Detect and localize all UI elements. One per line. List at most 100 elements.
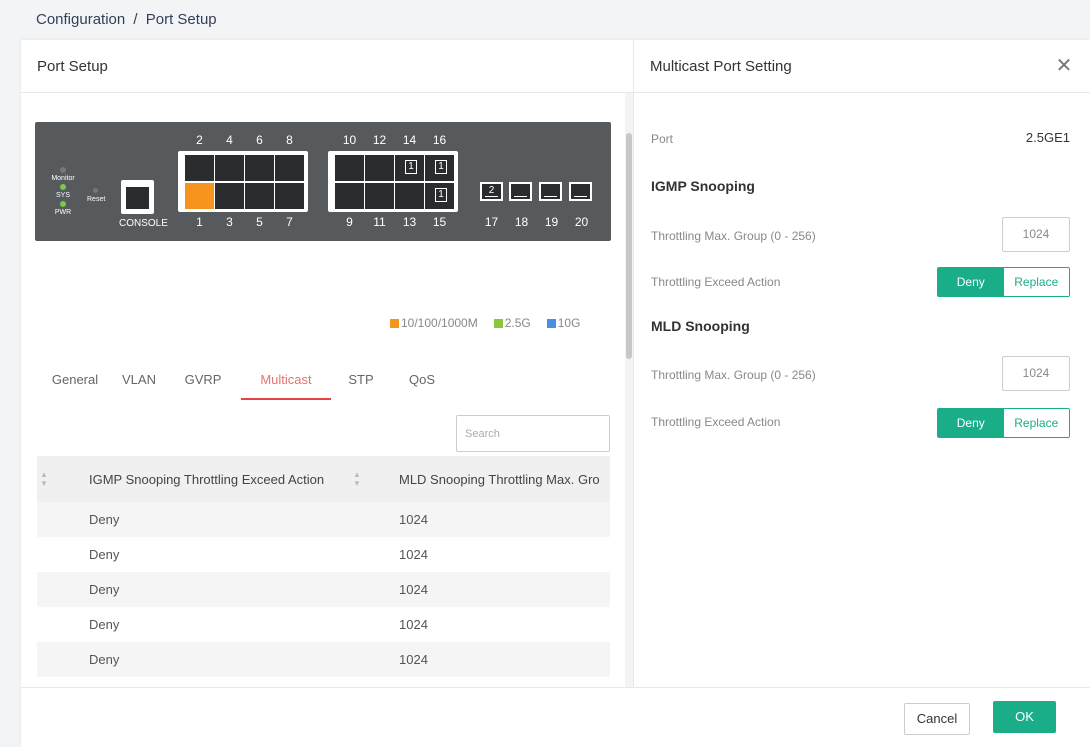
ok-button[interactable]: OK <box>993 701 1056 733</box>
legend-item: 10G <box>546 316 581 330</box>
igmp-max-group-input[interactable]: 1024 <box>1002 217 1070 252</box>
sfp-port-18[interactable] <box>509 182 532 201</box>
igmp-max-label: Throttling Max. Group (0 - 256) <box>651 229 816 243</box>
multicast-port-setting-header: Multicast Port Setting ✕ <box>634 40 1090 93</box>
mld-section-title: MLD Snooping <box>651 318 750 334</box>
breadcrumb-parent[interactable]: Configuration <box>36 11 125 28</box>
port-12[interactable] <box>365 155 394 181</box>
port-setup-panel: Port Setup Monitor SYS PWR Reset CONSOLE <box>21 40 633 687</box>
igmp-deny-button[interactable]: Deny <box>938 268 1004 296</box>
legend-swatch <box>546 318 556 328</box>
port-7[interactable] <box>275 183 304 209</box>
left-scrollbar[interactable] <box>625 93 633 687</box>
port-number: 19 <box>544 215 559 229</box>
table-row[interactable]: Deny 1024 <box>37 607 610 642</box>
port-number: 2 <box>196 133 203 147</box>
console-label: CONSOLE <box>119 218 168 229</box>
column-header-mld-max[interactable]: MLD Snooping Throttling Max. Gro <box>399 472 600 487</box>
cell-igmp-action: Deny <box>89 547 120 562</box>
cancel-button[interactable]: Cancel <box>904 703 970 735</box>
console-port[interactable] <box>121 180 154 214</box>
cell-mld-max: 1024 <box>399 512 428 527</box>
port-number: 8 <box>286 133 293 147</box>
legend-item: 10/100/1000M <box>390 316 478 330</box>
reset-label: Reset <box>87 196 106 203</box>
sfp-20-slot <box>574 186 587 197</box>
port-11[interactable] <box>365 183 394 209</box>
tab-stp[interactable]: STP <box>331 360 391 400</box>
port-number: 18 <box>514 215 529 229</box>
igmp-action-label: Throttling Exceed Action <box>651 275 781 289</box>
port-14-marker: 1 <box>405 160 417 174</box>
legend-swatch <box>493 318 503 328</box>
breadcrumb-separator: / <box>133 11 138 28</box>
sort-icon[interactable]: ▲ ▼ <box>40 470 48 488</box>
port-number: 14 <box>402 133 417 147</box>
port-number: 17 <box>484 215 499 229</box>
sfp-17-marker: 2 <box>485 186 498 197</box>
mld-action-label: Throttling Exceed Action <box>651 415 781 429</box>
dialog-footer: Cancel OK <box>21 687 1090 747</box>
igmp-action-toggle: Deny Replace <box>937 267 1070 297</box>
cell-mld-max: 1024 <box>399 582 428 597</box>
sfp-port-19[interactable] <box>539 182 562 201</box>
igmp-replace-button[interactable]: Replace <box>1003 268 1069 296</box>
cell-igmp-action: Deny <box>89 512 120 527</box>
port-6[interactable] <box>245 155 274 181</box>
table-body: Deny 1024 Deny 1024 Deny 1024 Deny 1024 Deny… <box>37 502 610 677</box>
sfp-port-17[interactable]: 2 <box>480 182 503 201</box>
mld-action-toggle: Deny Replace <box>937 408 1070 438</box>
tab-vlan[interactable]: VLAN <box>113 360 165 400</box>
mld-replace-button[interactable]: Replace <box>1003 409 1069 437</box>
legend-label: 10G <box>557 316 581 330</box>
led-label-monitor: Monitor <box>51 175 75 182</box>
sfp-port-20[interactable] <box>569 182 592 201</box>
port-13[interactable] <box>395 183 424 209</box>
multicast-port-setting-panel: Multicast Port Setting ✕ Port 2.5GE1 IGM… <box>633 40 1090 687</box>
tab-general[interactable]: General <box>37 360 113 400</box>
port-number: 5 <box>256 215 263 229</box>
scrollbar-thumb[interactable] <box>626 133 632 359</box>
tab-gvrp[interactable]: GVRP <box>165 360 241 400</box>
port-block-1-8 <box>178 151 308 212</box>
port-15-marker: 1 <box>435 188 447 202</box>
port-14[interactable]: 1 <box>395 155 424 181</box>
table-row[interactable]: Deny 1024 <box>37 537 610 572</box>
port-8[interactable] <box>275 155 304 181</box>
column-header-igmp-action[interactable]: IGMP Snooping Throttling Exceed Action <box>89 472 324 487</box>
sfp-19-slot <box>544 186 557 197</box>
port-label: Port <box>651 132 674 146</box>
close-icon[interactable]: ✕ <box>1054 56 1074 76</box>
port-4[interactable] <box>215 155 244 181</box>
table-row[interactable]: Deny 1024 <box>37 642 610 677</box>
port-9[interactable] <box>335 183 364 209</box>
tab-multicast[interactable]: Multicast <box>241 360 331 400</box>
search-input[interactable]: Search <box>456 415 610 452</box>
port-10[interactable] <box>335 155 364 181</box>
table-row[interactable]: Deny 1024 <box>37 502 610 537</box>
port-16[interactable]: 1 <box>425 155 454 181</box>
port-15[interactable]: 1 <box>425 183 454 209</box>
led-label-sys: SYS <box>55 192 70 199</box>
legend-label: 10/100/1000M <box>401 316 478 330</box>
breadcrumb-current: Port Setup <box>145 11 217 28</box>
status-leds: Monitor SYS PWR <box>43 166 83 217</box>
port-number: 1 <box>196 215 203 229</box>
port-number: 6 <box>256 133 263 147</box>
reset-button-icon <box>93 188 98 193</box>
port-5[interactable] <box>245 183 274 209</box>
port-number: 15 <box>432 215 447 229</box>
mld-deny-button[interactable]: Deny <box>938 409 1004 437</box>
port-number: 12 <box>372 133 387 147</box>
port-2[interactable] <box>185 155 214 181</box>
tab-qos[interactable]: QoS <box>391 360 453 400</box>
led-label-pwr: PWR <box>54 209 72 216</box>
table-row[interactable]: Deny 1024 <box>37 572 610 607</box>
port-number: 9 <box>346 215 353 229</box>
port-1[interactable] <box>185 183 214 209</box>
port-number: 16 <box>432 133 447 147</box>
multicast-table: ▲ ▼ IGMP Snooping Throttling Exceed Actio… <box>37 456 610 677</box>
mld-max-group-input[interactable]: 1024 <box>1002 356 1070 391</box>
port-3[interactable] <box>215 183 244 209</box>
sort-icon[interactable]: ▲ ▼ <box>353 470 361 488</box>
